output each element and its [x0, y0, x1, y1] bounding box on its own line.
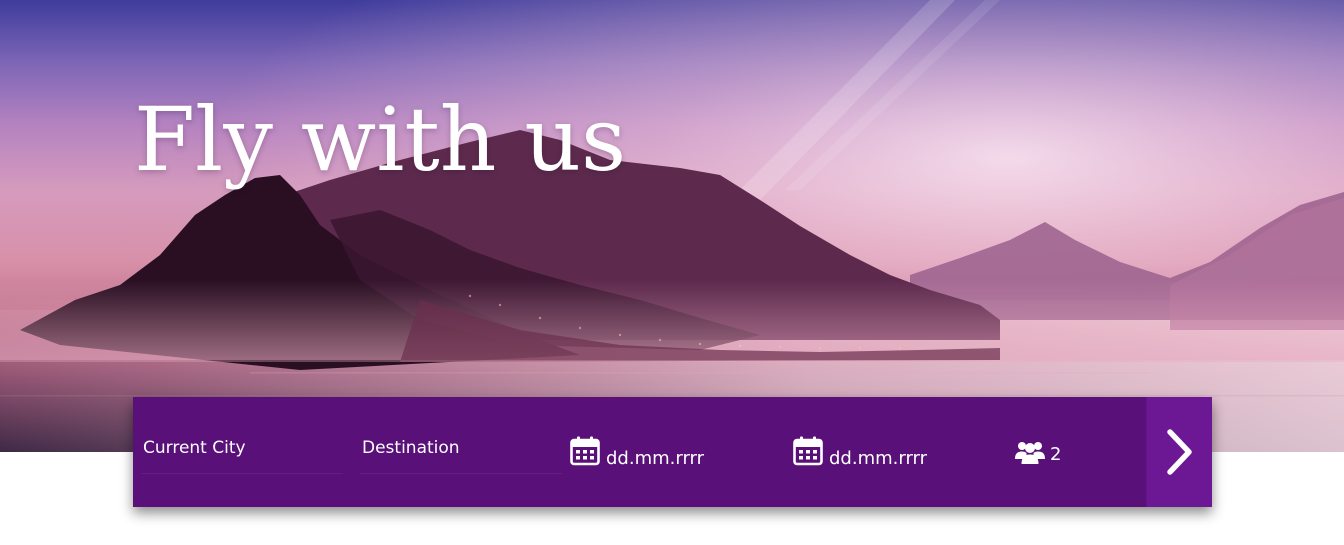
calendar-icon — [570, 436, 600, 466]
return-date-field[interactable]: dd.mm.rrrr — [793, 397, 1015, 507]
destination-field[interactable]: Destination — [352, 397, 570, 507]
users-icon — [1015, 442, 1045, 464]
submit-divider — [1146, 397, 1147, 507]
hero-landscape-image — [0, 0, 1344, 452]
origin-underline — [141, 473, 343, 474]
origin-placeholder: Current City — [143, 438, 246, 458]
departure-date-field[interactable]: dd.mm.rrrr — [570, 397, 792, 507]
chevron-right-icon — [1167, 429, 1192, 475]
return-date-placeholder: dd.mm.rrrr — [829, 447, 928, 469]
hero-banner: Fly with us — [0, 0, 1344, 452]
hero-title: Fly with us — [134, 88, 627, 191]
destination-placeholder: Destination — [362, 438, 460, 458]
passengers-value: 2 — [1050, 443, 1062, 465]
departure-date-placeholder: dd.mm.rrrr — [606, 447, 705, 469]
flight-search-bar: Current City Destination dd.mm.rrrr dd.m… — [133, 397, 1212, 507]
origin-field[interactable]: Current City — [133, 397, 351, 507]
passengers-field[interactable]: 2 — [1014, 397, 1144, 507]
calendar-icon — [793, 436, 823, 466]
destination-underline — [360, 473, 562, 474]
search-submit-button[interactable] — [1146, 397, 1212, 507]
